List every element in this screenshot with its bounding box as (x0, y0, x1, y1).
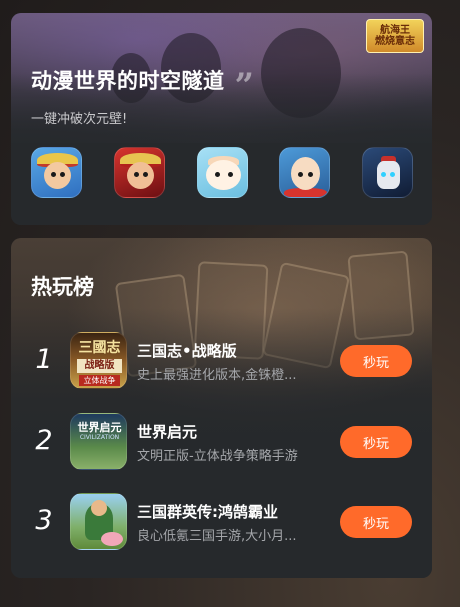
sanguozhi-game-icon[interactable]: 三國志 战略版 立体战争 (70, 332, 127, 389)
game-icon-title: 世界启元 (77, 421, 122, 434)
quote-icon: ” (234, 66, 255, 106)
game-name: 三国志•战略版 (137, 342, 237, 360)
game-icon-subtitle: CIVILIZATION (79, 434, 120, 441)
sanguo-qunyingzhuan-game-icon[interactable] (70, 493, 127, 550)
banner-subtitle: 一键冲破次元壁! (31, 112, 128, 127)
rank-number: 2 (35, 425, 53, 456)
gundam-app-icon[interactable] (362, 147, 413, 198)
cute-beast-app-icon[interactable] (196, 147, 248, 198)
game-logo-text: 航海王 燃烧意志 (375, 25, 415, 47)
banner-title: 动漫世界的时空隧道 ” (31, 65, 255, 106)
one-piece-luffy-app-icon[interactable] (31, 147, 82, 198)
game-name: 三国群英传:鸿鹄霸业 (137, 503, 278, 521)
instant-play-button[interactable]: 秒玩 (340, 506, 412, 538)
game-icon-title: 三國志 (78, 340, 121, 356)
hot-list-item[interactable]: 3 三国群英传:鸿鹄霸业 良心低氪三国手游,大小月... 秒玩 (11, 493, 432, 551)
shijie-qiyuan-game-icon[interactable]: 世界启元 CIVILIZATION (70, 413, 127, 470)
game-description: 良心低氪三国手游,大小月... (137, 529, 297, 544)
anime-banner-card[interactable]: 航海王 燃烧意志 动漫世界的时空隧道 ” 一键冲破次元壁! (11, 13, 432, 225)
banner-title-text: 动漫世界的时空隧道 (31, 69, 225, 93)
game-icon-tag: 立体战争 (79, 375, 120, 386)
hot-list-item[interactable]: 1 三國志 战略版 立体战争 三国志•战略版 史上最强进化版本,金铢橙... 秒… (11, 332, 432, 390)
hot-list-title: 热玩榜 (31, 275, 94, 299)
game-icon-subtitle: 战略版 (77, 359, 122, 373)
instant-play-button[interactable]: 秒玩 (340, 426, 412, 458)
one-piece-game-logo: 航海王 燃烧意志 (366, 19, 424, 53)
game-name: 世界启元 (137, 423, 198, 441)
anime-app-icon-row (31, 147, 413, 198)
hot-list-item[interactable]: 2 世界启元 CIVILIZATION 世界启元 文明正版-立体战争策略手游 秒… (11, 413, 432, 471)
game-description: 史上最强进化版本,金铢橙... (137, 368, 297, 383)
hot-games-card: 热玩榜 1 三國志 战略版 立体战争 三国志•战略版 史上最强进化版本,金铢橙.… (11, 238, 432, 578)
one-punch-man-app-icon[interactable] (279, 147, 331, 198)
rank-number: 3 (35, 505, 53, 536)
instant-play-button[interactable]: 秒玩 (340, 345, 412, 377)
game-description: 文明正版-立体战争策略手游 (137, 449, 298, 464)
one-piece-official-app-icon[interactable] (113, 147, 165, 198)
rank-number: 1 (35, 344, 53, 375)
